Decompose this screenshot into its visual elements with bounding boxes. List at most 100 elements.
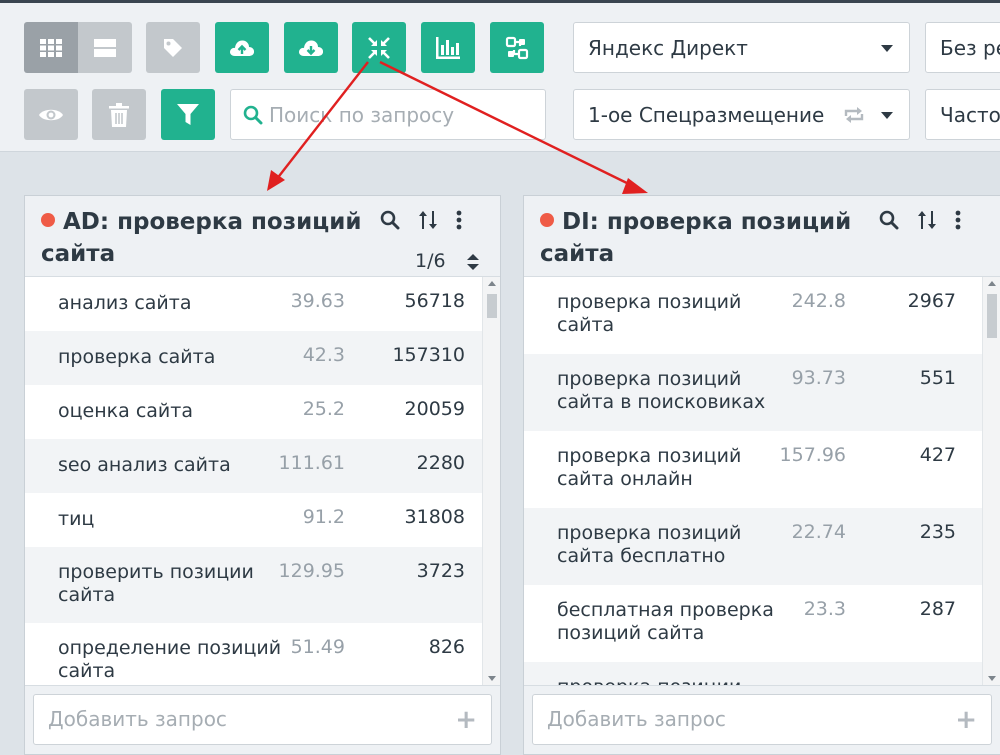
table-row[interactable]: seo анализ сайта 111.61 2280	[25, 439, 482, 493]
tag-button[interactable]	[146, 22, 200, 73]
source-select-value: Яндекс Директ	[588, 35, 748, 60]
refresh-icon	[844, 107, 864, 123]
frequency-value: 2967	[907, 290, 956, 312]
frequency-value: 287	[919, 598, 956, 620]
status-dot	[41, 213, 55, 227]
view-button[interactable]	[24, 89, 78, 140]
add-query-input[interactable]	[547, 707, 927, 731]
download-button[interactable]	[284, 22, 338, 73]
collapse-button[interactable]	[352, 22, 406, 73]
table-row[interactable]: проверка позиций сайта в поисковиках 93.7…	[524, 354, 982, 431]
keyword-panel-di: DI: проверка позиций сайта проверка пози…	[523, 195, 1000, 755]
frequency-value: 3723	[416, 560, 465, 582]
tag-icon	[164, 38, 182, 57]
scrollbar[interactable]	[482, 277, 500, 685]
chevron-down-icon	[881, 112, 893, 119]
search-input[interactable]	[269, 102, 539, 127]
frequency-select-value: Часто	[940, 102, 1000, 127]
panel-footer: +	[25, 685, 500, 754]
cluster-button[interactable]	[490, 22, 544, 73]
plus-icon[interactable]: +	[955, 707, 977, 733]
table-row[interactable]: проверка позиций сайта 242.8 2967	[524, 277, 982, 354]
filter-button[interactable]	[161, 89, 215, 140]
search-icon[interactable]	[380, 210, 400, 230]
panel-header: DI: проверка позиций сайта	[524, 196, 1000, 277]
source-select[interactable]: Яндекс Директ	[573, 22, 910, 73]
table-row[interactable]: проверка позиций сайта бесплатно 22.74 235	[524, 508, 982, 585]
table-row[interactable]: проверить позиции сайта 129.95 3723	[25, 547, 482, 623]
search-icon	[243, 105, 263, 124]
table-row[interactable]: определение позиций сайта 51.49 826	[25, 623, 482, 685]
frequency-value: 826	[428, 636, 465, 658]
scroll-up-icon[interactable]	[988, 281, 996, 286]
cloud-upload-icon	[230, 39, 255, 56]
table-row[interactable]: проверка позиции	[524, 662, 982, 685]
scroll-down-icon[interactable]	[988, 676, 996, 681]
frequency-value: 427	[919, 444, 956, 466]
frequency-value: 2280	[416, 452, 465, 474]
panel-tools	[879, 210, 961, 230]
add-query-box: +	[33, 694, 492, 745]
status-dot	[540, 213, 554, 227]
frequency-value: 157310	[392, 344, 465, 366]
scroll-thumb[interactable]	[487, 294, 497, 318]
table-row[interactable]: бесплатная проверка позиций сайта 23.3 287	[524, 585, 982, 662]
frequency-value: 235	[919, 521, 956, 543]
panel-footer: +	[524, 685, 1000, 754]
sort-icon[interactable]	[418, 210, 438, 230]
frequency-value: 56718	[404, 290, 465, 312]
panel-header: AD: проверка позиций сайта 1/6	[25, 196, 500, 277]
eye-icon	[39, 109, 63, 120]
table-row[interactable]: оценка сайта 25.2 20059	[25, 385, 482, 439]
scrollbar[interactable]	[982, 277, 1000, 685]
frequency-value: 31808	[404, 506, 465, 528]
delete-button[interactable]	[92, 89, 146, 140]
search-icon[interactable]	[879, 210, 899, 230]
panel-title: DI: проверка позиций сайта	[540, 209, 852, 267]
top-toolbar: Яндекс Директ Без ре 1-ое Спе	[0, 0, 1000, 152]
keyword-text: проверка позиции	[557, 676, 782, 685]
scroll-thumb[interactable]	[987, 294, 997, 338]
cluster-icon	[505, 36, 529, 59]
frequency-value: 20059	[404, 398, 465, 420]
upload-button[interactable]	[215, 22, 269, 73]
keyword-panel-ad: AD: проверка позиций сайта 1/6 анализ са…	[24, 195, 501, 755]
add-query-box: +	[532, 694, 992, 745]
table-row[interactable]: проверка позиций сайта онлайн 157.96 427	[524, 431, 982, 508]
table-row[interactable]: проверка сайта 42.3 157310	[25, 331, 482, 385]
sort-icon[interactable]	[917, 210, 937, 230]
filter-icon	[177, 103, 199, 125]
pager-stepper-icon[interactable]	[466, 253, 480, 271]
cloud-download-icon	[299, 39, 324, 56]
panel-tools	[380, 210, 462, 230]
pager-value: 1/6	[415, 250, 446, 272]
frequency-select[interactable]: Часто	[925, 89, 1000, 140]
table-row[interactable]: анализ сайта 39.63 56718	[25, 277, 482, 331]
scroll-up-icon[interactable]	[488, 281, 496, 286]
more-vertical-icon[interactable]	[456, 210, 462, 230]
list-icon	[94, 38, 116, 57]
panel-title: AD: проверка позиций сайта	[41, 209, 362, 267]
table-row[interactable]: тиц 91.2 31808	[25, 493, 482, 547]
grid-icon	[40, 38, 62, 57]
region-select[interactable]: Без ре	[925, 22, 1000, 73]
position-select-value: 1-ое Спецразмещение	[588, 102, 825, 127]
bar-chart-icon	[436, 36, 460, 59]
search-box	[230, 89, 546, 140]
list-view-button[interactable]	[78, 22, 132, 73]
frequency-value: 551	[919, 367, 956, 389]
plus-icon[interactable]: +	[455, 707, 477, 733]
trash-icon	[109, 102, 129, 127]
chart-button[interactable]	[421, 22, 475, 73]
grid-view-button[interactable]	[24, 22, 78, 73]
region-select-value: Без ре	[940, 35, 1000, 60]
more-vertical-icon[interactable]	[955, 210, 961, 230]
position-select[interactable]: 1-ое Спецразмещение	[573, 89, 910, 140]
keyword-list: анализ сайта 39.63 56718 проверка сайта 42.3…	[25, 277, 482, 685]
add-query-input[interactable]	[48, 707, 428, 731]
collapse-arrows-icon	[368, 36, 390, 59]
keyword-list: проверка позиций сайта 242.8 2967 проверка …	[524, 277, 982, 685]
chevron-down-icon	[881, 45, 893, 52]
scroll-down-icon[interactable]	[488, 676, 496, 681]
pager: 1/6	[415, 250, 480, 272]
